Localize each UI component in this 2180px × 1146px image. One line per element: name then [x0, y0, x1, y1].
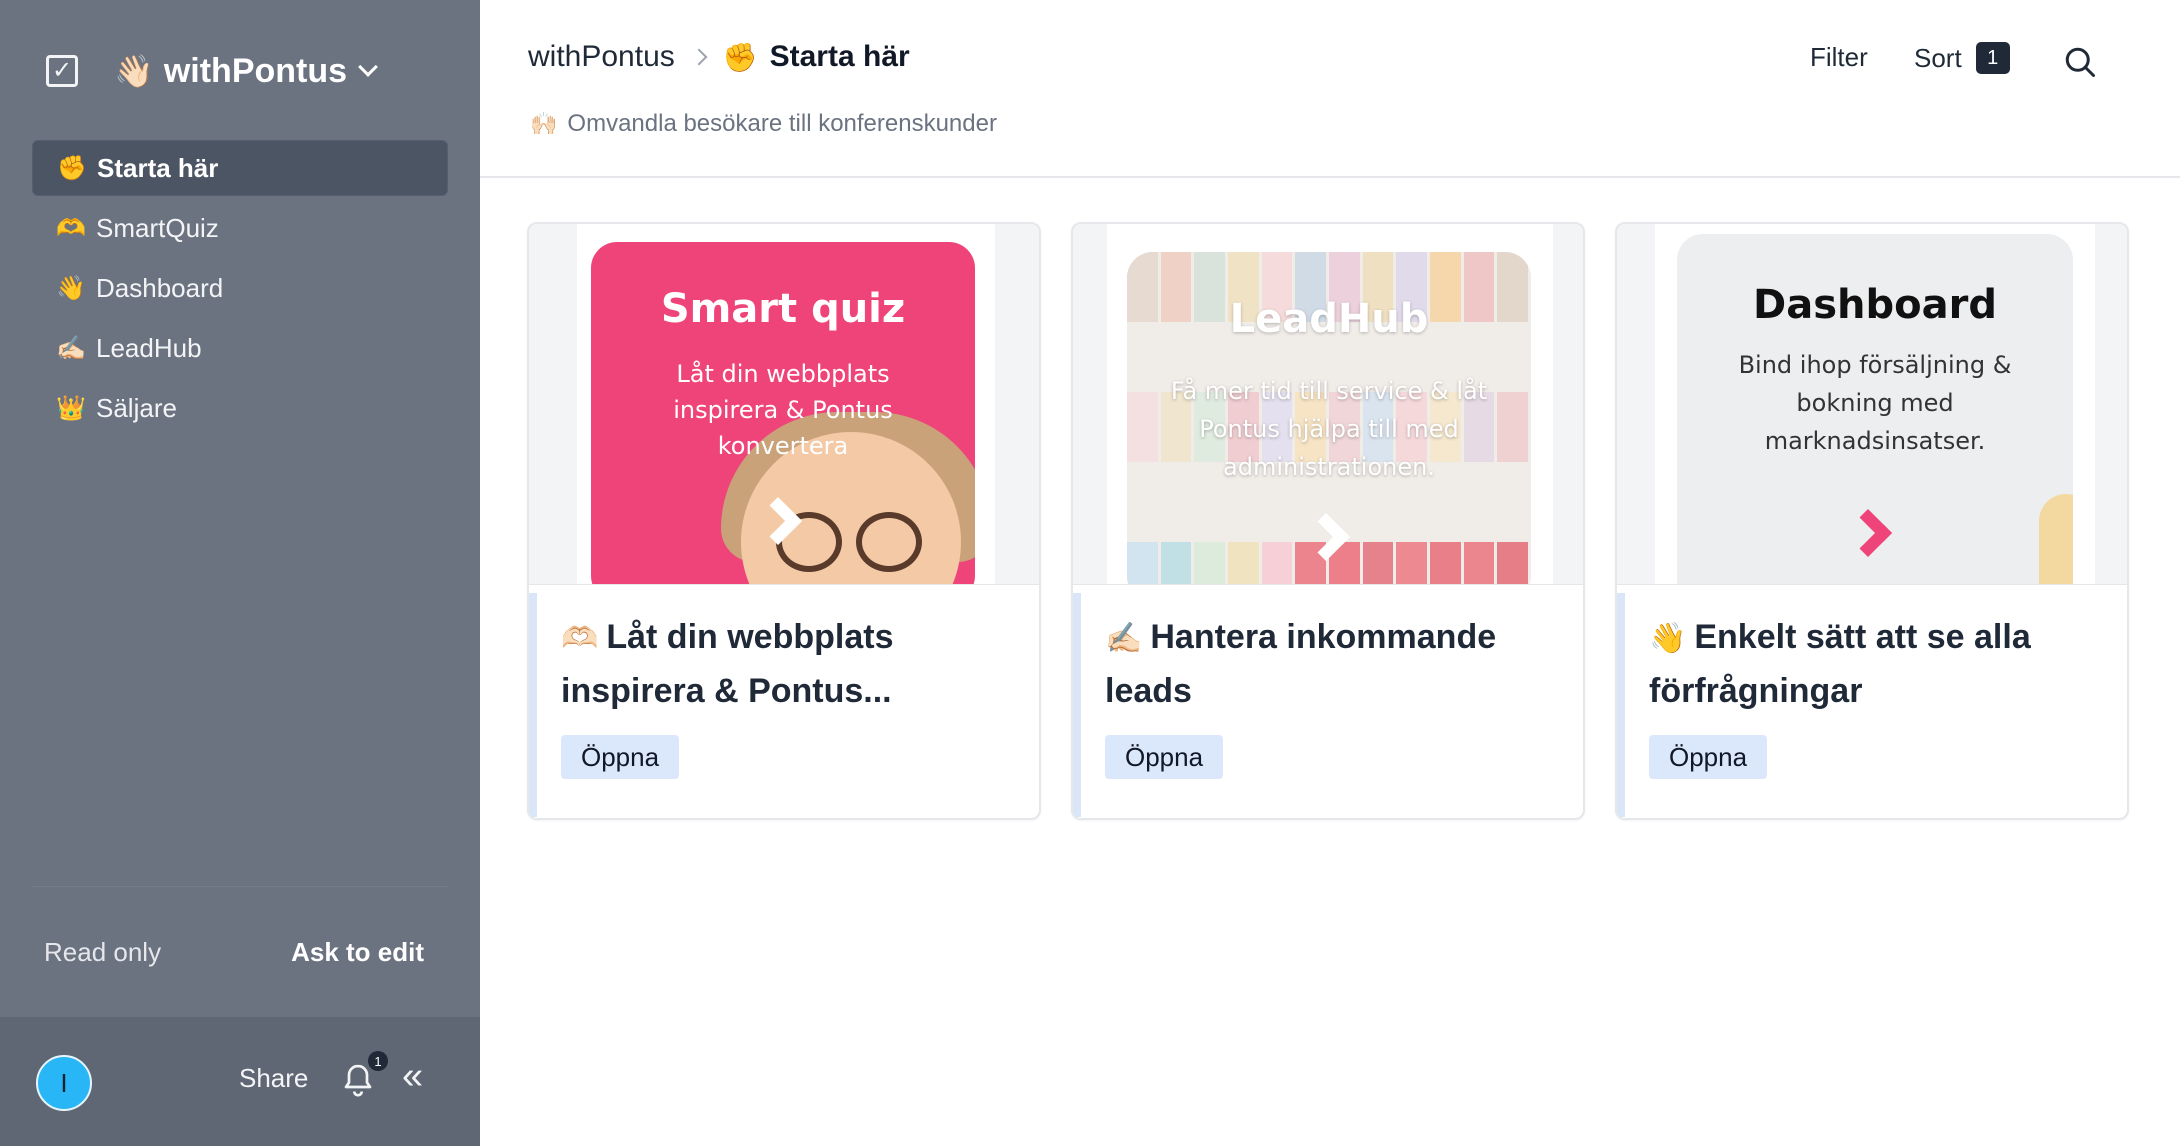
cover-text: Låt din webbplats inspirera & Pontus kon…: [673, 360, 893, 460]
sidebar-item-label: LeadHub: [96, 332, 202, 363]
sidebar-item-label: Dashboard: [96, 272, 224, 303]
page-subtitle: 🙌🏻 Omvandla besökare till konferenskunde…: [530, 110, 997, 138]
card-emoji: 🫶🏻: [561, 622, 599, 655]
nav-emoji: ✊: [57, 154, 87, 182]
sidebar-item-label: SmartQuiz: [96, 212, 219, 243]
dashboard-cover-image: Dashboard Bind ihop försäljning & boknin…: [1677, 234, 2073, 584]
card-title-text: Låt din webbplats inspirera & Pontus...: [561, 618, 894, 710]
share-button[interactable]: Share: [239, 1063, 308, 1094]
filter-button[interactable]: Filter: [1810, 42, 1868, 73]
card-title: ✍🏻 Hantera inkommande leads: [1105, 611, 1565, 717]
card-body: ✍🏻 Hantera inkommande leads Öppna: [1073, 584, 1583, 818]
workspace-emoji: 👋🏻: [114, 53, 154, 89]
workspace-name[interactable]: withPontus: [164, 52, 347, 91]
page-title: Starta här: [769, 40, 910, 73]
card-accent: [1617, 593, 1625, 817]
avatar[interactable]: I: [36, 1055, 92, 1111]
card-body: 🫶🏻 Låt din webbplats inspirera & Pontus..…: [529, 584, 1039, 818]
filter-label: Filter: [1810, 42, 1868, 72]
card-accent: [1073, 593, 1081, 817]
sort-button[interactable]: Sort 1: [1914, 42, 2010, 74]
workspace-header: ✓ 👋🏻 withPontus: [46, 44, 378, 98]
card-cover: Smart quiz Låt din webbplats inspirera &…: [529, 224, 1039, 584]
chevron-right-icon: [690, 48, 708, 66]
header-divider: [480, 176, 2180, 178]
breadcrumb-root[interactable]: withPontus: [528, 40, 675, 74]
cover-title: LeadHub: [1229, 296, 1429, 342]
read-only-label: Read only: [44, 937, 162, 967]
sidebar-item-label: Säljare: [96, 392, 177, 423]
sort-count-badge: 1: [1975, 42, 2010, 74]
card-smartquiz[interactable]: Smart quiz Låt din webbplats inspirera &…: [527, 222, 1041, 820]
cover-frame: Smart quiz Låt din webbplats inspirera &…: [577, 224, 995, 584]
card-dashboard[interactable]: Dashboard Bind ihop försäljning & boknin…: [1615, 222, 2129, 820]
open-button[interactable]: Öppna: [1105, 735, 1224, 779]
card-emoji: 👋: [1649, 622, 1687, 655]
chevron-down-icon[interactable]: [358, 57, 378, 77]
smart-quiz-cover-image: Smart quiz Låt din webbplats inspirera &…: [591, 242, 975, 584]
sidebar-item-dashboard[interactable]: 👋 Dashboard: [32, 260, 448, 316]
lightbulb-image: [2039, 494, 2073, 584]
card-title: 🫶🏻 Låt din webbplats inspirera & Pontus..…: [561, 611, 1021, 717]
cover-frame: Dashboard Bind ihop försäljning & boknin…: [1655, 224, 2095, 584]
sidebar: ✓ 👋🏻 withPontus ✊ Starta här 🫶 SmartQuiz…: [0, 0, 480, 1146]
card-accent: [529, 593, 537, 817]
nav-emoji: ✍🏻: [56, 334, 86, 362]
open-button[interactable]: Öppna: [561, 735, 680, 779]
search-icon[interactable]: [2062, 44, 2098, 80]
sidebar-item-label: Starta här: [97, 152, 219, 183]
sort-label: Sort: [1914, 42, 1962, 73]
sidebar-divider: [32, 886, 448, 887]
cover-text: Få mer tid till service & låt Pontus hjä…: [1170, 377, 1488, 481]
sidebar-nav: ✊ Starta här 🫶 SmartQuiz 👋 Dashboard ✍🏻 …: [32, 140, 448, 440]
card-body: 👋 Enkelt sätt att se alla förfrågningar Ö…: [1617, 584, 2127, 818]
glasses-right: [856, 512, 922, 572]
sidebar-item-leadhub[interactable]: ✍🏻 LeadHub: [32, 320, 448, 376]
subtitle-text: Omvandla besökare till konferenskunder: [567, 110, 997, 137]
card-cover: LeadHub Få mer tid till service & låt Po…: [1073, 224, 1583, 584]
sidebar-footer: I Share 1 «: [0, 1017, 480, 1146]
ask-to-edit-button[interactable]: Ask to edit: [291, 937, 424, 968]
nav-emoji: 🫶: [56, 214, 86, 242]
subtitle-emoji: 🙌🏻: [530, 111, 558, 136]
card-title-text: Enkelt sätt att se alla förfrågningar: [1649, 618, 2031, 710]
page-emoji: ✊: [722, 41, 758, 73]
breadcrumb: withPontus ✊ Starta här: [528, 40, 910, 74]
arrow-right-icon: [1843, 508, 1893, 558]
nav-emoji: 👋: [56, 274, 86, 302]
open-button[interactable]: Öppna: [1649, 735, 1768, 779]
nav-emoji: 👑: [56, 394, 86, 422]
cover-title: Smart quiz: [660, 286, 906, 332]
cover-text: Bind ihop försäljning & bokning med mark…: [1738, 351, 2012, 455]
main-content: withPontus ✊ Starta här 🙌🏻 Omvandla besö…: [480, 0, 2180, 1146]
card-title-text: Hantera inkommande leads: [1105, 618, 1497, 710]
leadhub-cover-image: LeadHub Få mer tid till service & låt Po…: [1127, 252, 1531, 584]
sidebar-item-starta-har[interactable]: ✊ Starta här: [32, 140, 448, 196]
card-cover: Dashboard Bind ihop försäljning & boknin…: [1617, 224, 2127, 584]
card-emoji: ✍🏻: [1105, 622, 1143, 655]
collapse-sidebar-icon[interactable]: «: [402, 1057, 423, 1095]
card-leadhub[interactable]: LeadHub Få mer tid till service & låt Po…: [1071, 222, 1585, 820]
cover-frame: LeadHub Få mer tid till service & låt Po…: [1107, 224, 1553, 584]
card-title: 👋 Enkelt sätt att se alla förfrågningar: [1649, 611, 2109, 717]
notification-badge: 1: [368, 1051, 388, 1071]
checkbox-icon[interactable]: ✓: [46, 55, 78, 87]
sidebar-item-smartquiz[interactable]: 🫶 SmartQuiz: [32, 200, 448, 256]
sidebar-item-saljare[interactable]: 👑 Säljare: [32, 380, 448, 436]
cover-title: Dashboard: [1753, 282, 1997, 328]
